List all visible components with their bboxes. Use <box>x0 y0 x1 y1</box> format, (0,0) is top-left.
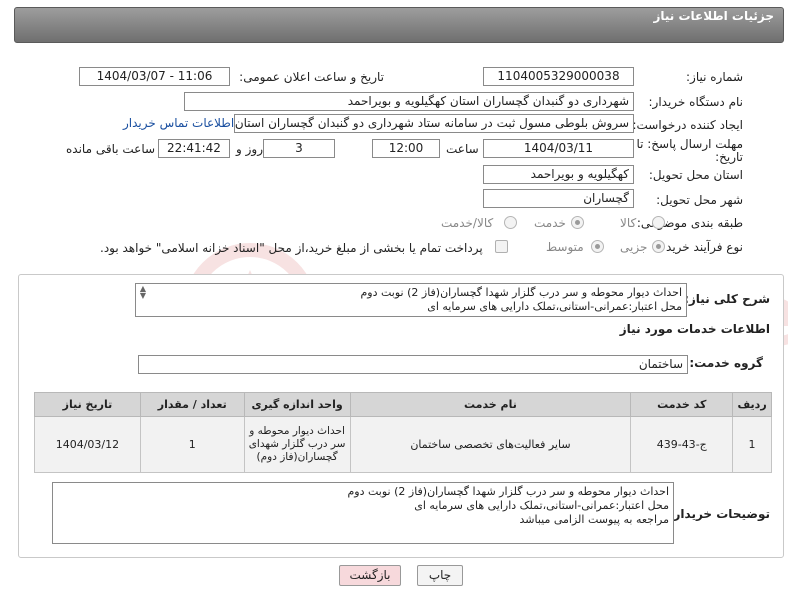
announce-label: تاریخ و ساعت اعلان عمومی: <box>239 70 384 84</box>
need-number-label: شماره نیاز: <box>686 70 743 84</box>
category-goods-label: کالا <box>620 216 637 230</box>
process-label: نوع فرآیند خرید : <box>658 240 743 254</box>
category-service-label: خدمت <box>534 216 566 230</box>
announce-field: 1404/03/07 - 11:06 <box>79 67 230 86</box>
process-medium-radio[interactable] <box>591 240 604 253</box>
summary-scroll-arrows[interactable]: ▲ ▼ <box>137 285 149 300</box>
page-title: جزئیات اطلاعات نیاز <box>653 9 774 23</box>
cell-service-code: ج-43-439 <box>630 416 734 473</box>
treasury-payment-checkbox[interactable] <box>495 240 508 253</box>
col-service-name: نام خدمت <box>349 392 632 417</box>
col-quantity: تعداد / مقدار <box>139 392 245 417</box>
services-section-title: اطلاعات خدمات مورد نیاز <box>619 322 770 336</box>
payment-note: پرداخت تمام یا بخشی از مبلغ خرید،از محل … <box>100 241 483 255</box>
deadline-date-field: 1404/03/11 <box>483 139 634 158</box>
city-label: شهر محل تحویل: <box>656 193 743 207</box>
deadline-label: مهلت ارسال پاسخ: تا تاریخ: <box>636 137 743 164</box>
category-service-radio[interactable] <box>571 216 584 229</box>
table-row: 1 ج-43-439 سایر فعالیت‌های تخصصی ساختمان… <box>34 416 772 473</box>
city-field: گچساران <box>483 189 634 208</box>
buyer-org-field: شهرداری دو گنبدان گچساران استان کهگیلویه… <box>184 92 634 111</box>
category-goods-service-radio[interactable] <box>504 216 517 229</box>
days-remaining-field: 3 <box>263 139 335 158</box>
process-medium-label: متوسط <box>546 240 584 254</box>
col-service-code: کد خدمت <box>630 392 734 417</box>
category-goods-service-label: کالا/خدمت <box>441 216 494 230</box>
print-button[interactable]: چاپ <box>417 565 463 586</box>
services-table: ردیف کد خدمت نام خدمت واحد اندازه گیری ت… <box>34 392 772 473</box>
days-label: روز و <box>236 142 263 156</box>
deadline-time-label: ساعت <box>446 142 479 156</box>
process-minor-label: جزیی <box>620 240 648 254</box>
need-number-field: 1104005329000038 <box>483 67 634 86</box>
cell-service-name: سایر فعالیت‌های تخصصی ساختمان <box>349 416 632 473</box>
cell-unit: احداث دیوار محوطه و سر درب گلزار شهدای گ… <box>243 416 351 473</box>
summary-label: شرح کلی نیاز: <box>684 292 770 306</box>
creator-field: سروش بلوطی مسول ثبت در سامانه ستاد شهردا… <box>234 114 634 133</box>
summary-textarea[interactable]: احداث دیوار محوطه و سر درب گلزار شهدا گچ… <box>135 283 687 317</box>
buyer-contact-link[interactable]: اطلاعات تماس خریدار <box>123 116 234 130</box>
service-group-field: ساختمان <box>138 355 688 374</box>
cell-row: 1 <box>732 416 772 473</box>
remaining-time-label: ساعت باقی مانده <box>66 142 156 156</box>
services-table-header: ردیف کد خدمت نام خدمت واحد اندازه گیری ت… <box>34 392 772 417</box>
remaining-time-field: 22:41:42 <box>158 139 230 158</box>
buyer-notes-textarea[interactable]: احداث دیوار محوطه و سر درب گلزار شهدا گچ… <box>52 482 674 544</box>
buyer-org-label: نام دستگاه خریدار: <box>648 95 744 109</box>
col-unit: واحد اندازه گیری <box>243 392 351 417</box>
col-row: ردیف <box>732 392 772 417</box>
creator-label: ایجاد کننده درخواست: <box>632 118 743 132</box>
cell-need-date: 1404/03/12 <box>34 416 141 473</box>
col-need-date: تاریخ نیاز <box>34 392 141 417</box>
deadline-time-field: 12:00 <box>372 139 440 158</box>
process-minor-radio[interactable] <box>652 240 665 253</box>
buyer-notes-label: توضیحات خریدار: <box>668 507 770 521</box>
back-button[interactable]: بازگشت <box>339 565 401 586</box>
service-group-label: گروه خدمت: <box>689 356 763 370</box>
province-label: استان محل تحویل: <box>648 168 743 182</box>
category-goods-radio[interactable] <box>652 216 665 229</box>
cell-quantity: 1 <box>139 416 245 473</box>
province-field: کهگیلویه و بویراحمد <box>483 165 634 184</box>
